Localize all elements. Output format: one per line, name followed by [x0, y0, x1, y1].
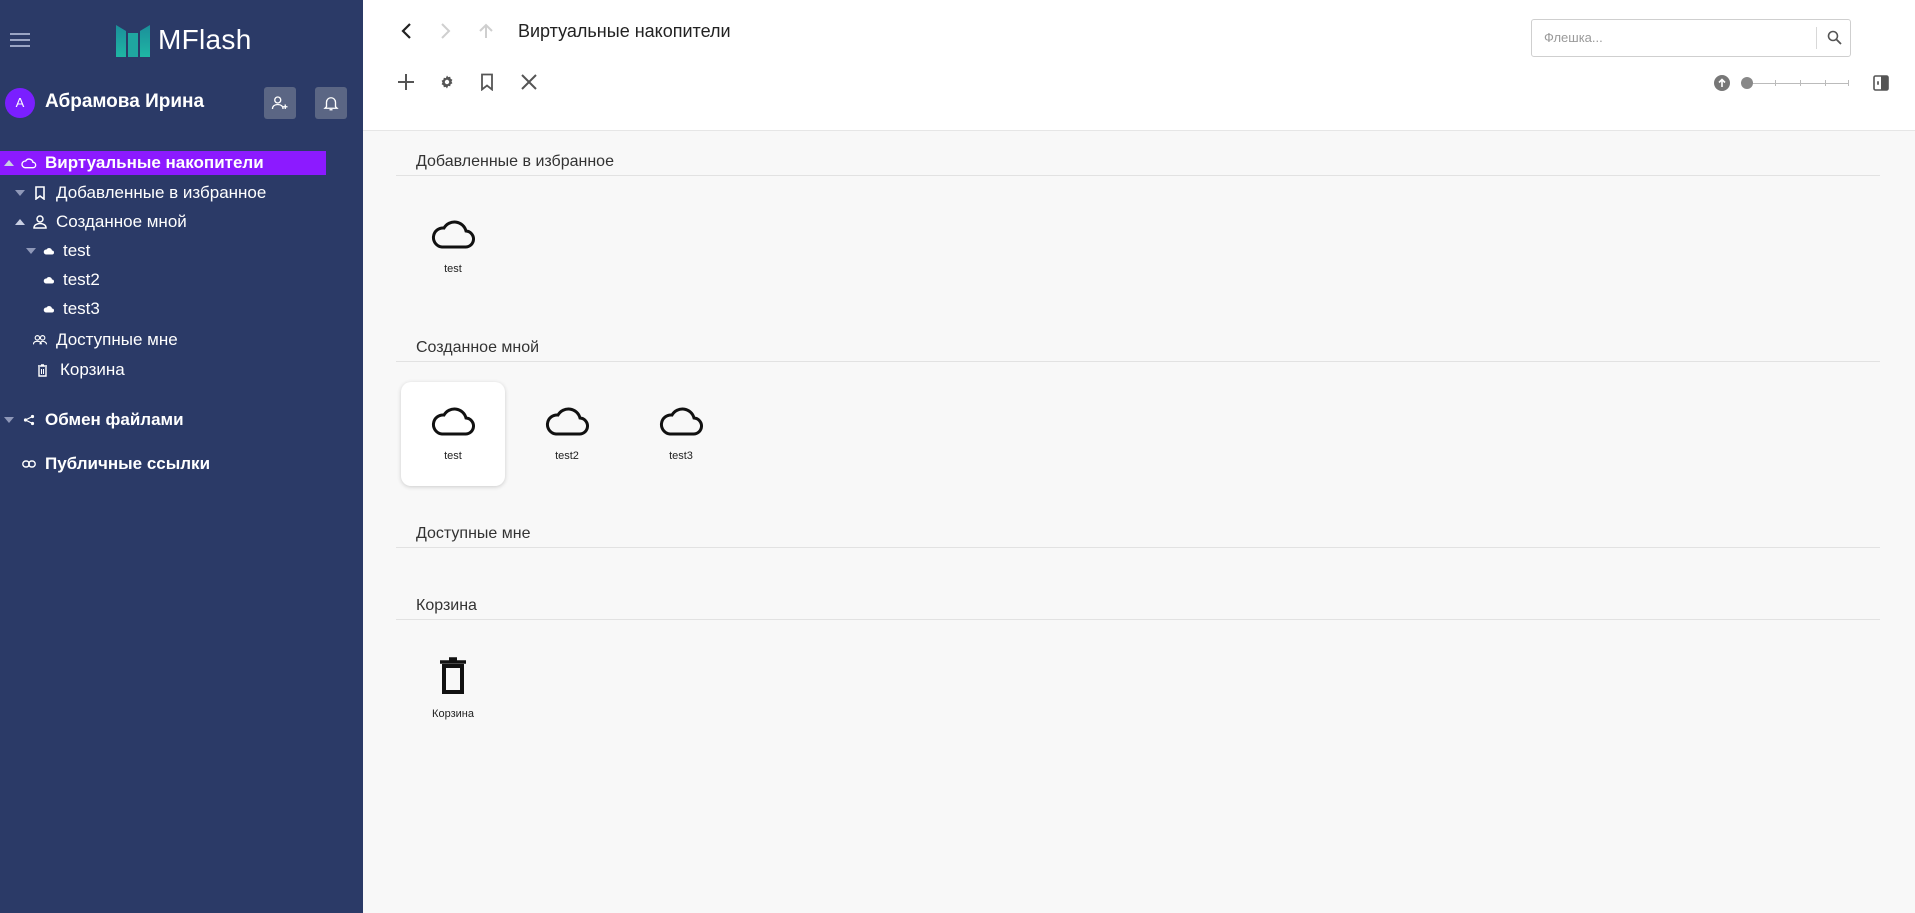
panel-toggle-icon [1873, 75, 1889, 91]
plus-icon [398, 74, 414, 90]
up-button[interactable] [476, 21, 496, 46]
back-button[interactable] [397, 21, 417, 46]
search-input[interactable] [1542, 29, 1796, 46]
expand-arrow-icon[interactable] [15, 190, 25, 196]
upload-button[interactable] [1713, 74, 1731, 97]
panel-toggle-button[interactable] [1873, 75, 1889, 96]
tile-label: test [444, 263, 462, 275]
bookmark-icon [32, 185, 48, 201]
people-icon [32, 332, 48, 348]
slider-tick [1825, 80, 1826, 86]
cloud-icon [43, 272, 55, 288]
trash-tile[interactable]: Корзина [401, 640, 505, 744]
expand-arrow-icon[interactable] [4, 417, 14, 423]
tree-label: Публичные ссылки [45, 454, 211, 473]
divider [396, 619, 1880, 620]
arrow-right-icon [441, 23, 451, 39]
drive-tile-test2[interactable]: test2 [515, 382, 619, 486]
tree-item-shared[interactable]: Доступные мне [32, 327, 178, 353]
add-user-icon [271, 96, 288, 110]
breadcrumb: Виртуальные накопители [518, 21, 731, 41]
tree-label: test2 [63, 270, 100, 289]
tree-item-favorites[interactable]: Добавленные в избранное [15, 180, 266, 206]
tree-item-test[interactable]: test [26, 238, 90, 264]
search-icon [1827, 30, 1842, 45]
cloud-outline-icon [546, 407, 589, 436]
tree-item-virtual-drives[interactable]: Виртуальные накопители [0, 151, 326, 175]
search-box [1531, 19, 1851, 57]
bookmark-icon [481, 73, 493, 92]
tree-item-test3[interactable]: test3 [43, 296, 100, 322]
search-separator [1816, 27, 1817, 49]
tree-label: Добавленные в избранное [56, 183, 267, 202]
cloud-outline-icon [432, 220, 475, 249]
add-button[interactable] [396, 72, 416, 97]
drive-tile-test3[interactable]: test3 [629, 382, 733, 486]
user-name[interactable]: Абрамова Ирина [45, 91, 204, 113]
close-icon [521, 74, 537, 90]
tree-item-file-exchange[interactable]: Обмен файлами [4, 407, 184, 433]
collapse-arrow-icon[interactable] [15, 219, 25, 225]
add-user-button[interactable] [264, 87, 296, 119]
gear-icon [441, 75, 453, 89]
tree-label: Корзина [60, 360, 125, 379]
cloud-icon [43, 243, 55, 259]
section-title-favorites: Добавленные в избранное [416, 153, 614, 170]
close-button[interactable] [520, 73, 538, 96]
bell-icon [323, 97, 339, 111]
toolbar: Виртуальные накопители [363, 0, 1915, 131]
bookmark-button[interactable] [479, 73, 495, 96]
cloud-icon [43, 301, 55, 317]
forward-button[interactable] [435, 21, 455, 46]
zoom-slider-thumb[interactable] [1741, 77, 1753, 89]
arrow-up-icon [479, 23, 493, 38]
trash-icon [34, 362, 50, 378]
tree-label: Обмен файлами [45, 410, 184, 429]
drive-tile-favorite-test[interactable]: test [401, 195, 505, 299]
tree-item-trash[interactable]: Корзина [34, 357, 125, 383]
collapse-arrow-icon[interactable] [4, 160, 14, 166]
app-name: MFlash [158, 24, 252, 55]
divider [396, 547, 1880, 548]
tree-item-created[interactable]: Созданное мной [15, 209, 187, 235]
mflash-logo-icon [116, 25, 150, 57]
slider-tick [1848, 80, 1849, 86]
cloud-outline-icon [432, 407, 475, 436]
cloud-outline-icon [660, 407, 703, 436]
zoom-slider-track[interactable] [1747, 83, 1848, 84]
tile-label: test [444, 450, 462, 462]
tree-label: test [63, 241, 91, 260]
tree-item-public-links[interactable]: Публичные ссылки [21, 451, 210, 477]
tree-label: Виртуальные накопители [45, 153, 264, 172]
arrow-left-icon [401, 23, 411, 39]
section-title-created: Созданное мной [416, 339, 540, 356]
section-title-shared: Доступные мне [416, 525, 531, 542]
divider [396, 175, 1880, 176]
drive-tile-test[interactable]: test [401, 382, 505, 486]
tile-label: Корзина [432, 708, 474, 720]
avatar[interactable]: А [5, 88, 35, 118]
person-icon [32, 214, 48, 230]
slider-tick [1775, 80, 1776, 86]
search-button[interactable] [1827, 30, 1842, 50]
settings-button[interactable] [439, 74, 455, 95]
cloud-outline-icon [21, 155, 37, 171]
trash-icon [440, 657, 466, 694]
tree-item-test2[interactable]: test2 [43, 267, 100, 293]
tile-label: test2 [555, 450, 579, 462]
slider-tick [1800, 80, 1801, 86]
menu-icon[interactable] [10, 33, 30, 51]
divider [396, 361, 1880, 362]
sidebar: MFlash А Абрамова Ирина Виртуальные нако… [0, 0, 363, 913]
tree-label: Доступные мне [56, 330, 178, 349]
link-icon [21, 456, 37, 472]
upload-icon [1714, 75, 1730, 91]
section-title-trash: Корзина [416, 597, 477, 614]
tree-label: Созданное мной [56, 212, 187, 231]
notifications-button[interactable] [315, 87, 347, 119]
share-icon [21, 412, 37, 428]
expand-arrow-icon[interactable] [26, 248, 36, 254]
tree-label: test3 [63, 299, 100, 318]
tile-label: test3 [669, 450, 693, 462]
